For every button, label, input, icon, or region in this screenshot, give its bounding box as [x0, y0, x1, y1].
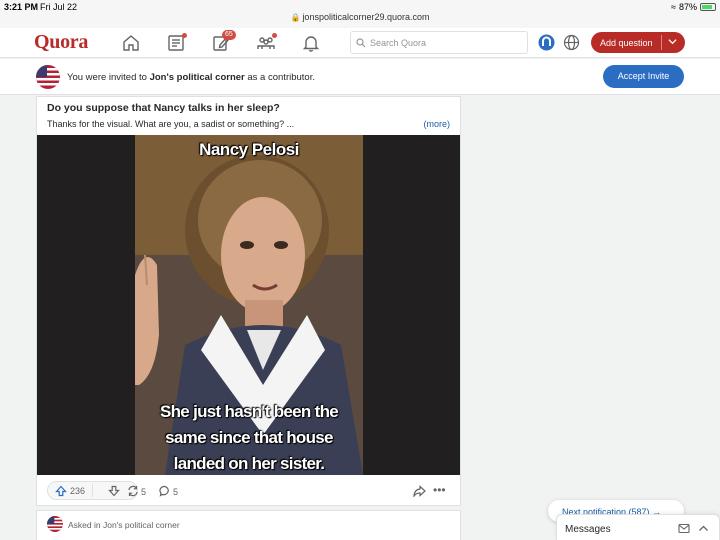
chevron-down-icon[interactable]	[668, 37, 677, 46]
quora-logo[interactable]: Quora	[34, 31, 88, 54]
chevron-up-icon[interactable]	[698, 523, 709, 534]
comment-count: 5	[173, 487, 179, 497]
reshare-icon	[128, 485, 138, 497]
post-actions: 236 5 5 •••	[37, 477, 460, 505]
status-indicators: ≈ 87%	[671, 2, 716, 12]
share-icon[interactable]	[413, 485, 426, 497]
share-count-button[interactable]: 5	[127, 485, 146, 497]
search-icon	[356, 38, 366, 48]
vote-group: 236	[47, 481, 138, 500]
search-placeholder: Search Quora	[370, 38, 427, 48]
comment-icon	[159, 485, 169, 497]
compose-message-icon[interactable]	[678, 523, 690, 534]
quora-header: Quora 65 Search Quora Add question	[0, 28, 720, 58]
asked-in-label[interactable]: Asked in Jon's political corner	[68, 520, 180, 530]
post-image[interactable]: Nancy Pelosi She just hasn't been the sa…	[37, 135, 460, 475]
lock-icon: 🔒	[290, 13, 301, 22]
battery-percent: 87%	[678, 2, 697, 12]
address-bar[interactable]: 🔒 jonspoliticalcorner29.quora.com	[0, 12, 720, 22]
space-avatar	[47, 516, 63, 532]
quora-plus-icon[interactable]	[538, 34, 555, 51]
answer-badge: 65	[222, 30, 236, 40]
battery-icon	[700, 3, 716, 11]
following-icon[interactable]	[166, 33, 187, 53]
bell-icon[interactable]	[301, 33, 321, 53]
messages-title: Messages	[565, 524, 611, 535]
add-question-button[interactable]: Add question	[591, 32, 685, 53]
accept-invite-button[interactable]: Accept Invite	[603, 65, 684, 88]
ios-status-bar: 3:21 PM Fri Jul 22 🔒 jonspoliticalcorner2…	[0, 0, 720, 28]
feed-post: Asked in Jon's political corner	[36, 510, 461, 540]
search-input[interactable]: Search Quora	[350, 31, 528, 54]
notification-dot	[182, 33, 187, 38]
meme-bottom-text: She just hasn't been the same since that…	[159, 402, 339, 473]
invite-message: You were invited to Jon's political corn…	[67, 72, 315, 83]
divider	[92, 484, 93, 497]
invite-banner: You were invited to Jon's political corn…	[0, 59, 720, 95]
wifi-icon: ≈	[671, 2, 676, 12]
spaces-icon[interactable]	[256, 33, 277, 53]
question-title[interactable]: Do you suppose that Nancy talks in her s…	[47, 102, 280, 114]
meme-photo: Nancy Pelosi She just hasn't been the sa…	[135, 135, 363, 475]
globe-icon[interactable]	[563, 34, 580, 51]
space-link[interactable]: Jon's political corner	[150, 72, 245, 83]
meme-top-text: Nancy Pelosi	[199, 140, 299, 159]
home-icon[interactable]	[121, 33, 141, 53]
date: Fri Jul 22	[40, 2, 78, 12]
clock: 3:21 PM	[4, 2, 39, 12]
notification-dot	[272, 33, 277, 38]
space-avatar	[36, 65, 60, 89]
more-link[interactable]: (more)	[424, 119, 451, 129]
comment-button[interactable]: 5	[159, 485, 178, 497]
answer-icon[interactable]: 65	[211, 30, 236, 53]
feed-post: Do you suppose that Nancy talks in her s…	[36, 96, 461, 506]
url-text: jonspoliticalcorner29.quora.com	[302, 12, 430, 22]
divider	[661, 35, 662, 50]
messages-panel[interactable]: Messages	[556, 514, 720, 540]
answer-snippet: Thanks for the visual. What are you, a s…	[47, 119, 295, 129]
more-options-icon[interactable]: •••	[433, 484, 446, 496]
reshare-count: 5	[141, 487, 147, 497]
add-question-label: Add question	[600, 38, 653, 48]
upvote-icon[interactable]	[55, 485, 67, 497]
downvote-icon[interactable]	[108, 485, 120, 497]
upvote-count: 236	[70, 486, 86, 496]
